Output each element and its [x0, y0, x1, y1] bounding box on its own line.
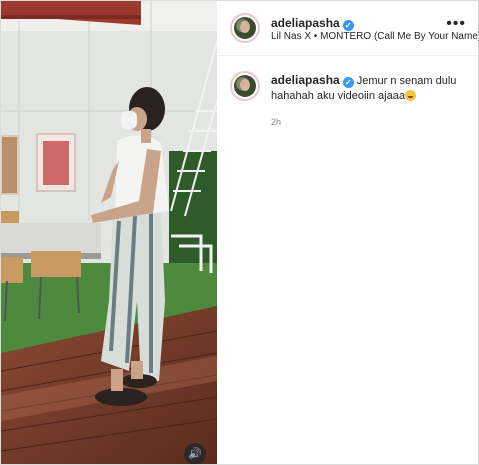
username-link[interactable]: adeliapasha — [271, 16, 340, 30]
speaker-icon: 🔊 — [188, 448, 202, 460]
sound-toggle-button[interactable]: 🔊 — [184, 443, 206, 464]
caption-username-link[interactable]: adeliapasha — [271, 73, 340, 87]
verified-badge-icon: ✓ — [342, 20, 354, 31]
video-frame-image — [1, 1, 217, 464]
post-header: adeliapasha ✓ Lil Nas X • MONTERO (Call M… — [218, 1, 479, 56]
caption: adeliapasha ✓ Jemur n senam dulu hahahah … — [271, 73, 471, 104]
more-options-icon[interactable]: ••• — [446, 15, 466, 33]
post-video[interactable]: 🔊 — [1, 1, 217, 464]
caption-text-line2: hahahah aku videoiin ajaaa — [271, 90, 405, 102]
post-time[interactable]: 2h — [271, 117, 281, 127]
grinning-face-icon — [404, 90, 416, 101]
post-sidebar: adeliapasha ✓ Lil Nas X • MONTERO (Call M… — [218, 1, 479, 464]
verified-badge-icon: ✓ — [342, 77, 354, 88]
caption-avatar[interactable] — [230, 71, 260, 101]
caption-text-line1: Jemur n senam dulu — [356, 75, 457, 87]
avatar[interactable] — [230, 13, 260, 43]
